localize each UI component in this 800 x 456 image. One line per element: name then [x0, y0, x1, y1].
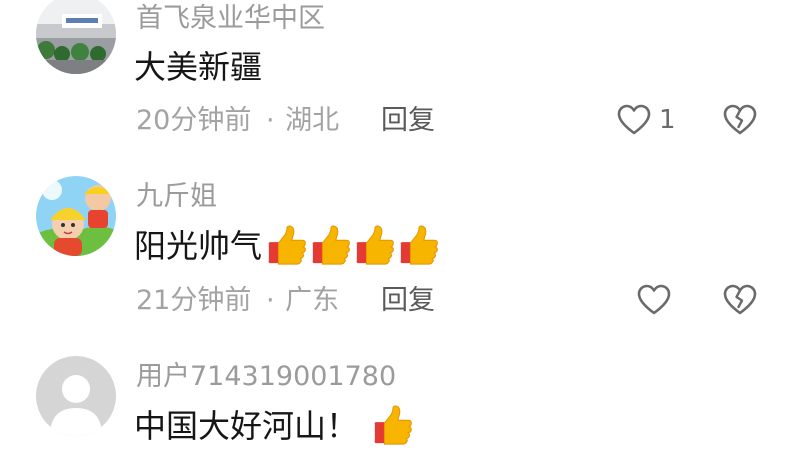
comment-meta: 21分钟前 · 广东 [136, 287, 339, 314]
broken-heart-icon [723, 284, 757, 315]
thumbs-up-emoji [354, 225, 396, 267]
reply-button[interactable]: 回复 [381, 107, 435, 134]
heart-outline-icon [637, 284, 671, 315]
comment-text-content: 大美新疆 [134, 48, 263, 86]
comment-text: 阳光帅气 [134, 225, 440, 267]
like-button[interactable] [637, 284, 671, 316]
like-button[interactable]: 1 [617, 104, 676, 136]
heart-outline-icon [617, 104, 651, 135]
thumbs-up-emoji [398, 225, 440, 267]
avatar[interactable] [36, 0, 116, 74]
comment-time: 21分钟前 [136, 285, 252, 316]
meta-separator: · [265, 105, 275, 136]
comment-meta: 20分钟前 · 湖北 [136, 107, 339, 134]
default-user-avatar [36, 356, 116, 436]
dislike-button[interactable] [723, 104, 757, 140]
reply-button[interactable]: 回复 [381, 287, 435, 314]
comment-location: 广东 [285, 285, 340, 316]
like-count: 1 [659, 105, 676, 135]
comment-text: 中国大好河山！ [134, 405, 414, 447]
comment-text-content: 阳光帅气 [134, 227, 263, 265]
dislike-button[interactable] [723, 284, 757, 320]
comment-item: 首飞泉业华中区 大美新疆 20分钟前 · 湖北 回复 1 [0, 0, 800, 160]
broken-heart-icon [723, 104, 757, 135]
avatar[interactable] [36, 176, 116, 256]
thumbs-up-emoji [372, 405, 414, 447]
comment-username[interactable]: 用户714319001780 [136, 363, 396, 390]
thumbs-up-emoji [310, 225, 352, 267]
office-building-photo-avatar [36, 0, 116, 74]
cartoon-child-avatar [36, 176, 116, 256]
comment-username[interactable]: 首飞泉业华中区 [136, 5, 325, 32]
meta-separator: · [265, 285, 275, 316]
comment-text-content: 中国大好河山！ [134, 407, 359, 445]
comment-time: 20分钟前 [136, 105, 252, 136]
comment-username[interactable]: 九斤姐 [136, 183, 217, 210]
comment-text: 大美新疆 [134, 51, 262, 83]
comment-location: 湖北 [285, 105, 340, 136]
avatar[interactable] [36, 356, 116, 436]
thumbs-up-emoji [266, 225, 308, 267]
